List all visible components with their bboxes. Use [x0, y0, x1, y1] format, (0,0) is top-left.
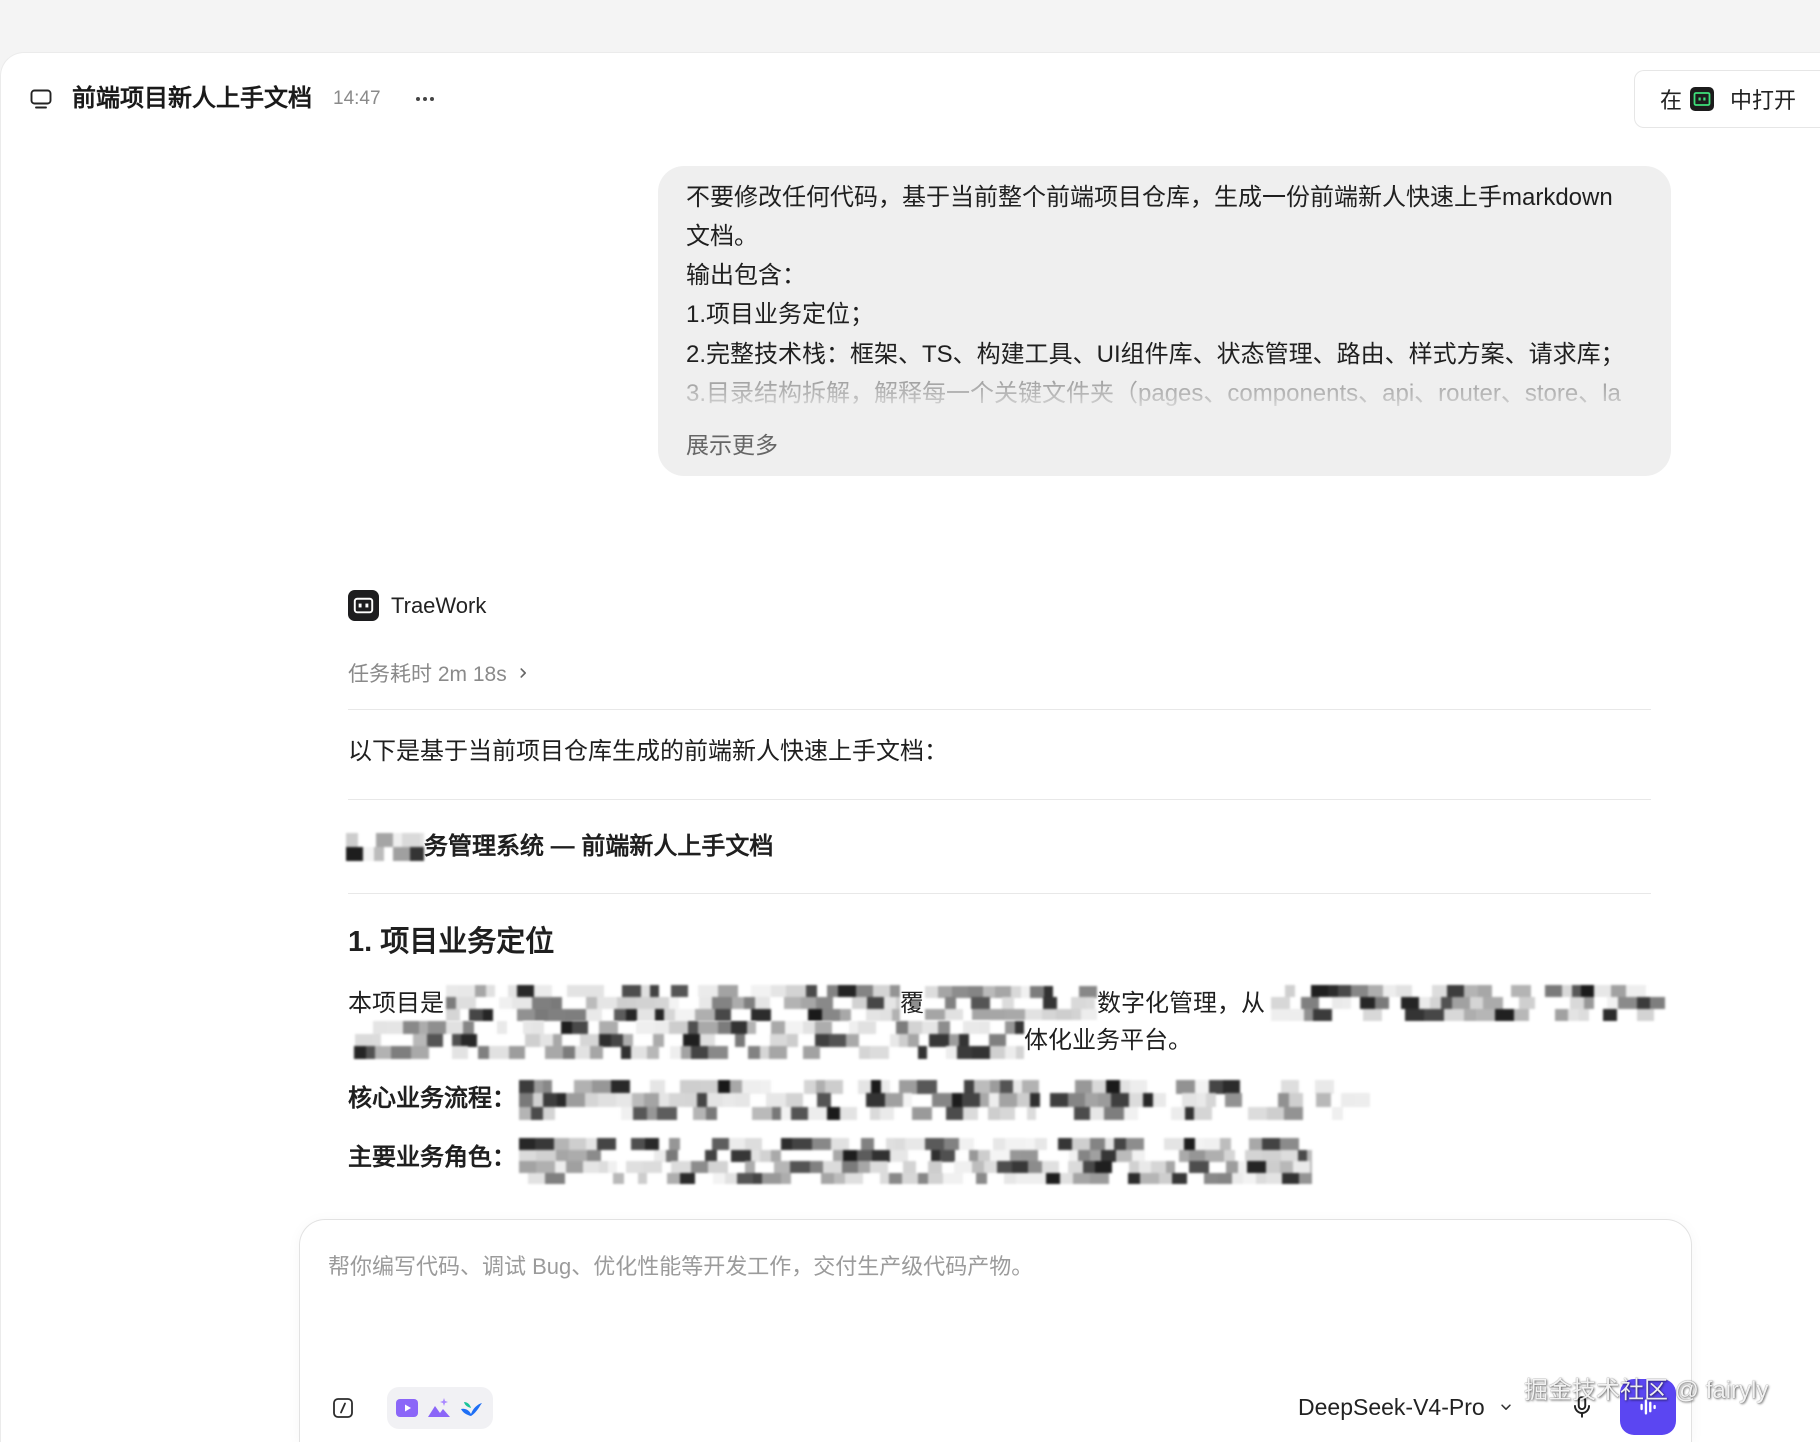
more-button[interactable]: [410, 88, 440, 110]
waveform-icon: [1635, 1394, 1661, 1420]
paragraph-text: 本项目是: [348, 990, 444, 1017]
slash-command-icon: [331, 1396, 355, 1420]
doc-title: 务管理系统 — 前端新人上手文档: [424, 833, 774, 860]
image-icon: [426, 1395, 452, 1421]
assistant-name: TraeWork: [391, 593, 487, 618]
open-in-suffix: 中打开: [1730, 88, 1797, 113]
core-flow-label: 核心业务流程：: [348, 1085, 516, 1112]
timestamp: 14:47: [333, 88, 381, 109]
bird-logo-icon: [458, 1395, 484, 1421]
open-in-app-button[interactable]: 在 中打开: [1634, 70, 1820, 128]
redacted-mosaic: [346, 833, 424, 861]
image-tool-button[interactable]: [426, 1395, 452, 1421]
window-top-strip: [0, 0, 1820, 52]
paragraph-text: 数字化管理，从: [1097, 990, 1265, 1017]
voice-input-button[interactable]: [1569, 1394, 1595, 1420]
redacted-mosaic: [519, 1080, 1370, 1120]
video-icon: [394, 1395, 420, 1421]
page-title: 前端项目新人上手文档: [72, 85, 312, 112]
redacted-mosaic: [340, 1021, 1024, 1059]
user-message-line: 2.完整技术栈：框架、TS、构建工具、UI组件库、状态管理、路由、样式方案、请求…: [686, 341, 1625, 368]
redacted-mosaic: [925, 986, 1097, 1020]
ellipsis-icon: [410, 88, 440, 110]
task-duration-label: 任务耗时 2m 18s: [348, 663, 507, 686]
user-message-line: 输出包含：: [686, 262, 806, 289]
user-message-line: 文档。: [686, 223, 758, 250]
model-label: DeepSeek-V4-Pro: [1298, 1394, 1485, 1420]
chat-icon: [29, 87, 53, 111]
divider: [348, 799, 1651, 800]
divider: [348, 893, 1651, 894]
chevron-right-icon: [516, 666, 530, 680]
user-message-line: 1.项目业务定位；: [686, 301, 875, 328]
send-button[interactable]: [1620, 1379, 1676, 1435]
video-tool-button[interactable]: [394, 1395, 420, 1421]
paragraph-text: 覆: [900, 990, 924, 1017]
open-in-prefix: 在: [1660, 88, 1683, 113]
model-selector[interactable]: DeepSeek-V4-Pro: [1298, 1393, 1513, 1421]
redacted-mosaic: [1271, 985, 1666, 1021]
paragraph-text: 体化业务平台。: [1024, 1027, 1192, 1054]
show-more-button[interactable]: 展示更多: [686, 425, 778, 465]
roles-label: 主要业务角色：: [348, 1144, 516, 1171]
trae-app-icon: [1690, 87, 1715, 111]
user-message-faded-line: 3.目录结构拆解，解释每一个关键文件夹（pages、components、api…: [686, 380, 1621, 407]
app-tool-button[interactable]: [458, 1395, 484, 1421]
section-heading: 1. 项目业务定位: [348, 926, 555, 958]
redacted-mosaic: [446, 985, 900, 1021]
tools-group: [387, 1387, 493, 1429]
task-duration-toggle[interactable]: 任务耗时 2m 18s: [348, 659, 530, 687]
redacted-mosaic: [519, 1138, 1312, 1184]
response-intro: 以下是基于当前项目仓库生成的前端新人快速上手文档：: [348, 738, 948, 765]
user-message-line: 不要修改任何代码，基于当前整个前端项目仓库，生成一份前端新人快速上手markdo…: [686, 184, 1613, 211]
prompt-input[interactable]: [328, 1252, 1658, 1342]
slash-command-button[interactable]: [331, 1396, 355, 1420]
microphone-icon: [1569, 1394, 1595, 1420]
traework-icon: [348, 590, 379, 621]
divider: [348, 709, 1651, 710]
chevron-down-icon: [1485, 1400, 1513, 1414]
